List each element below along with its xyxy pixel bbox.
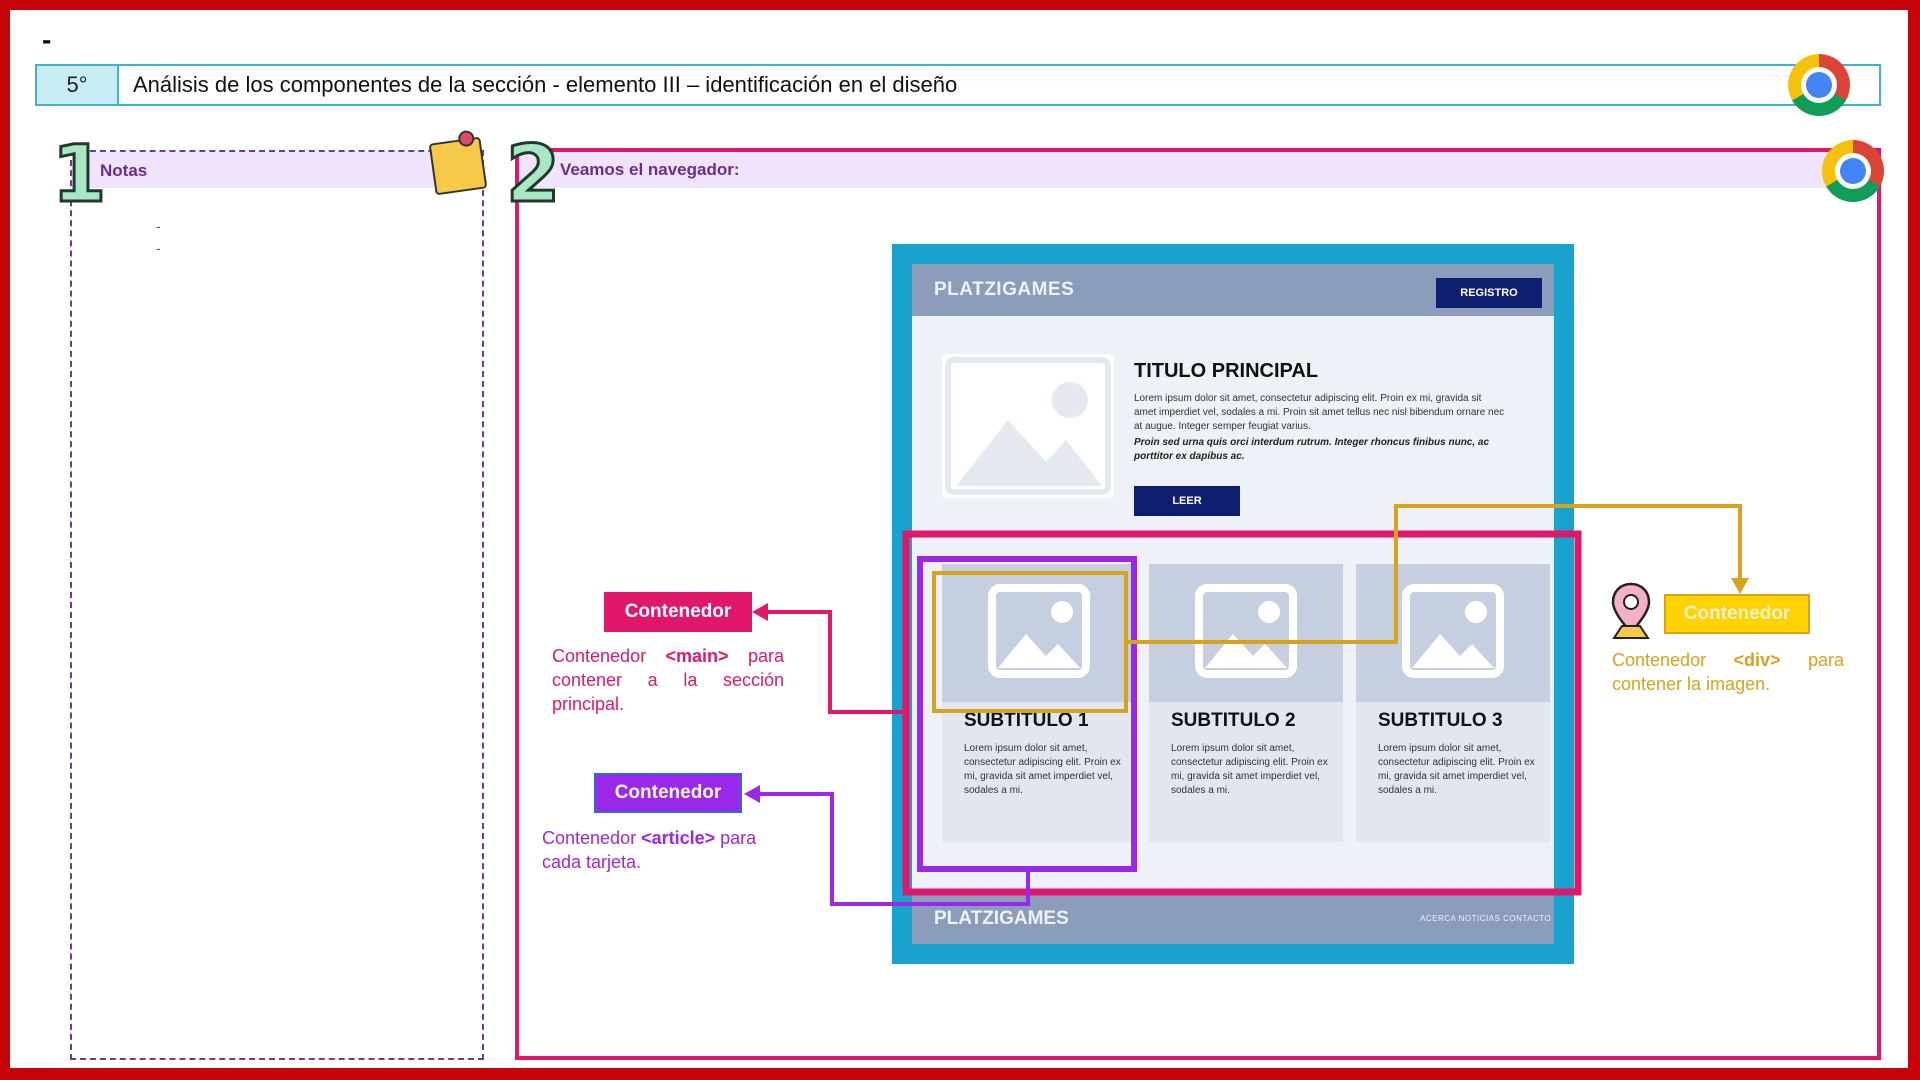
- main-container-description: Contenedor <main> para contener a la sec…: [552, 646, 784, 714]
- main-arrow-head: [752, 603, 768, 621]
- article-connector-arrow: [754, 792, 1030, 906]
- article-highlight-box: [917, 556, 1137, 872]
- article-container-label: Contenedor: [594, 773, 742, 813]
- article-arrow-head: [744, 785, 760, 803]
- article-container-description: Contenedor <article> para cada tarjeta.: [542, 828, 757, 872]
- main-container-label: Contenedor: [604, 592, 752, 632]
- div-container-description: Contenedor <div> para contener la imagen…: [1612, 650, 1844, 694]
- div-container-label: Contenedor: [1664, 594, 1810, 634]
- div-arrow-head: [1731, 578, 1749, 594]
- annotation-overlay: [744, 504, 1749, 906]
- div-highlight-box: [932, 571, 1128, 713]
- location-pin-icon: [1611, 582, 1651, 639]
